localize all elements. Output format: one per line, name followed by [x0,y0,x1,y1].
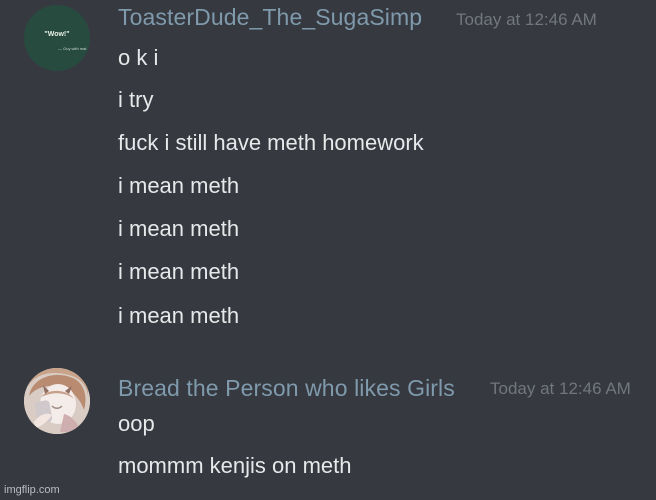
message-text: i mean meth [118,173,240,198]
username[interactable]: Bread the Person who likes Girls [118,375,455,402]
message-text: i try [118,87,154,112]
chat-message-list: "Wow!" — Guy with mat ToasterDude_The_Su… [0,0,656,500]
message-text: i mean meth [118,303,240,328]
username[interactable]: ToasterDude_The_SugaSimp [118,4,422,31]
timestamp: Today at 12:46 AM [456,10,597,29]
avatar[interactable] [24,368,90,434]
message-text: o k i [118,45,159,70]
avatar[interactable]: "Wow!" — Guy with mat [24,5,90,71]
avatar-quote-text: "Wow!" [44,31,70,38]
watermark: imgflip.com [4,484,60,496]
anime-avatar-icon [24,368,90,434]
message-text: fuck i still have meth homework [118,130,424,155]
message-text: mommm kenjis on meth [118,453,352,478]
avatar-subtext: — Guy with mat [58,46,87,51]
message-text: i mean meth [118,216,240,241]
message-text: oop [118,411,155,436]
timestamp: Today at 12:46 AM [490,379,631,398]
message-text: i mean meth [118,259,240,284]
